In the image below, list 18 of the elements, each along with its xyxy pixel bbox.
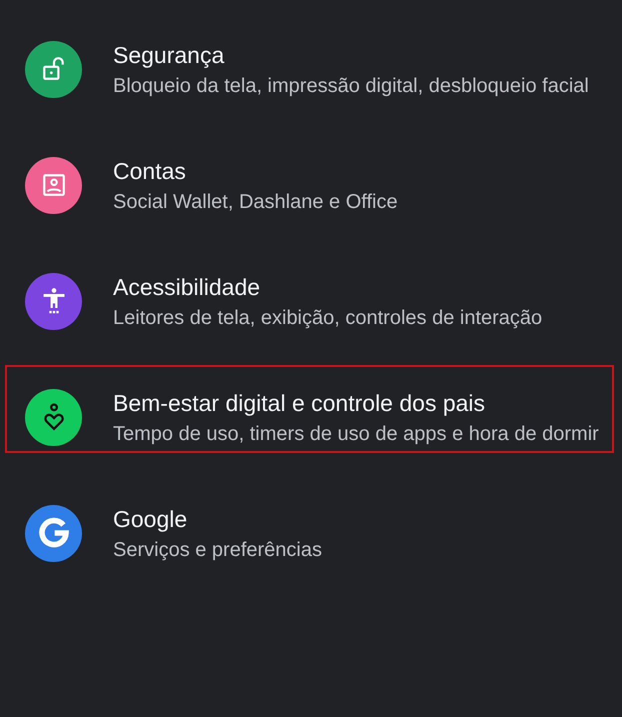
item-title: Segurança	[113, 41, 226, 70]
padlock-icon	[40, 56, 66, 82]
settings-item[interactable]: Bem-estar digital e controle dos pais Tempo de uso, timers de uso de apps e hora de dormir	[0, 359, 622, 475]
item-subtitle: Bloqueio da tela, impressão digital, desbloqueio facial	[113, 74, 590, 99]
google-icon	[38, 517, 70, 549]
item-subtitle: Tempo de uso, timers de uso de apps e hora de dormir	[113, 422, 600, 447]
account-icon	[40, 172, 66, 198]
item-title: Acessibilidade	[113, 273, 262, 302]
item-subtitle: Leitores de tela, exibição, controles de interação	[113, 306, 544, 331]
settings-item[interactable]: Segurança Bloqueio da tela, impressão digital, desbloqueio facial	[0, 11, 622, 127]
settings-item[interactable]: Google Serviços e preferências	[0, 475, 622, 591]
item-title: Bem-estar digital e controle dos pais	[113, 389, 486, 418]
settings-item[interactable]: Contas Social Wallet, Dashlane e Office	[0, 127, 622, 243]
item-title: Google	[113, 505, 188, 534]
settings-item[interactable]: Acessibilidade Leitores de tela, exibição, controles de interação	[0, 243, 622, 359]
item-title: Contas	[113, 157, 187, 186]
item-subtitle: Social Wallet, Dashlane e Office	[113, 190, 399, 215]
item-subtitle: Serviços e preferências	[113, 538, 323, 563]
